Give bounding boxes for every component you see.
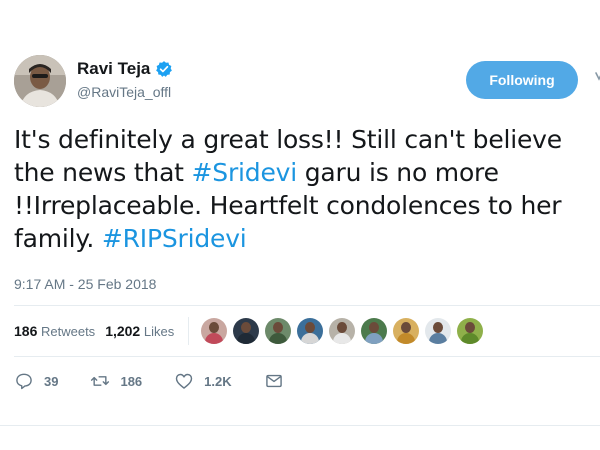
envelope-icon[interactable] xyxy=(264,371,284,391)
liker-avatar-body xyxy=(461,333,480,344)
liker-avatar-body xyxy=(333,333,352,344)
hashtag-link[interactable]: #Sridevi xyxy=(192,158,298,187)
liker-avatar[interactable] xyxy=(265,318,292,344)
liker-avatar-head xyxy=(209,322,220,333)
liker-avatar-head xyxy=(273,322,284,333)
display-name-text[interactable]: Ravi Teja xyxy=(77,59,150,79)
retweet-icon[interactable] xyxy=(90,371,110,391)
retweets-stat[interactable]: 186 Retweets xyxy=(14,323,95,339)
tweet-header: Ravi Teja @RaviTeja_offl Following xyxy=(14,55,600,111)
liker-avatar-body xyxy=(365,333,384,344)
retweet-count: 186 xyxy=(120,373,143,389)
liker-avatar[interactable] xyxy=(393,318,420,344)
liker-avatar[interactable] xyxy=(457,318,484,344)
retweets-label: Retweets xyxy=(40,324,96,339)
liker-avatar-head xyxy=(465,322,476,333)
like-action[interactable]: 1.2K xyxy=(174,371,232,391)
stats-separator xyxy=(188,317,190,345)
reply-icon[interactable] xyxy=(14,371,34,391)
liker-avatar-head xyxy=(369,322,380,333)
user-handle[interactable]: @RaviTeja_offl xyxy=(77,84,171,100)
liker-avatar-head xyxy=(305,322,316,333)
display-name[interactable]: Ravi Teja xyxy=(77,59,173,79)
liker-avatar[interactable] xyxy=(297,318,324,344)
reply-action[interactable]: 39 xyxy=(14,371,58,391)
divider xyxy=(14,356,600,357)
tweet-timestamp[interactable]: 9:17 AM - 25 Feb 2018 xyxy=(14,276,156,292)
message-action[interactable] xyxy=(264,371,284,391)
liker-avatars xyxy=(201,318,489,344)
verified-badge-icon xyxy=(155,60,173,78)
more-options-icon[interactable] xyxy=(594,69,600,91)
liker-avatar-body xyxy=(429,333,448,344)
tweet-stats: 186 Retweets 1,202 Likes xyxy=(14,306,600,356)
liker-avatar-head xyxy=(433,322,444,333)
heart-icon[interactable] xyxy=(174,371,194,391)
tweet-card: Ravi Teja @RaviTeja_offl Following It's … xyxy=(0,0,600,426)
likes-stat[interactable]: 1,202 Likes xyxy=(105,323,174,339)
tweet-actions: 39 186 1.2K xyxy=(14,366,316,396)
tweet-text: It's definitely a great loss!! Still can… xyxy=(14,123,592,255)
liker-avatar-body xyxy=(237,333,256,344)
like-count: 1.2K xyxy=(204,373,232,389)
retweets-count: 186 xyxy=(14,323,38,339)
likes-count: 1,202 xyxy=(105,323,141,339)
liker-avatar[interactable] xyxy=(201,318,228,344)
liker-avatar-head xyxy=(401,322,412,333)
liker-avatar[interactable] xyxy=(329,318,356,344)
liker-avatar-head xyxy=(241,322,252,333)
following-button[interactable]: Following xyxy=(466,61,578,99)
liker-avatar[interactable] xyxy=(425,318,452,344)
liker-avatar-body xyxy=(205,333,224,344)
liker-avatar-body xyxy=(269,333,288,344)
liker-avatar-head xyxy=(337,322,348,333)
liker-avatar[interactable] xyxy=(361,318,388,344)
avatar[interactable] xyxy=(14,55,66,107)
liker-avatar-body xyxy=(301,333,320,344)
reply-count: 39 xyxy=(44,373,59,389)
hashtag-link[interactable]: #RIPSridevi xyxy=(102,224,247,253)
liker-avatar-body xyxy=(397,333,416,344)
likes-label: Likes xyxy=(143,324,175,339)
retweet-action[interactable]: 186 xyxy=(90,371,142,391)
liker-avatar[interactable] xyxy=(233,318,260,344)
